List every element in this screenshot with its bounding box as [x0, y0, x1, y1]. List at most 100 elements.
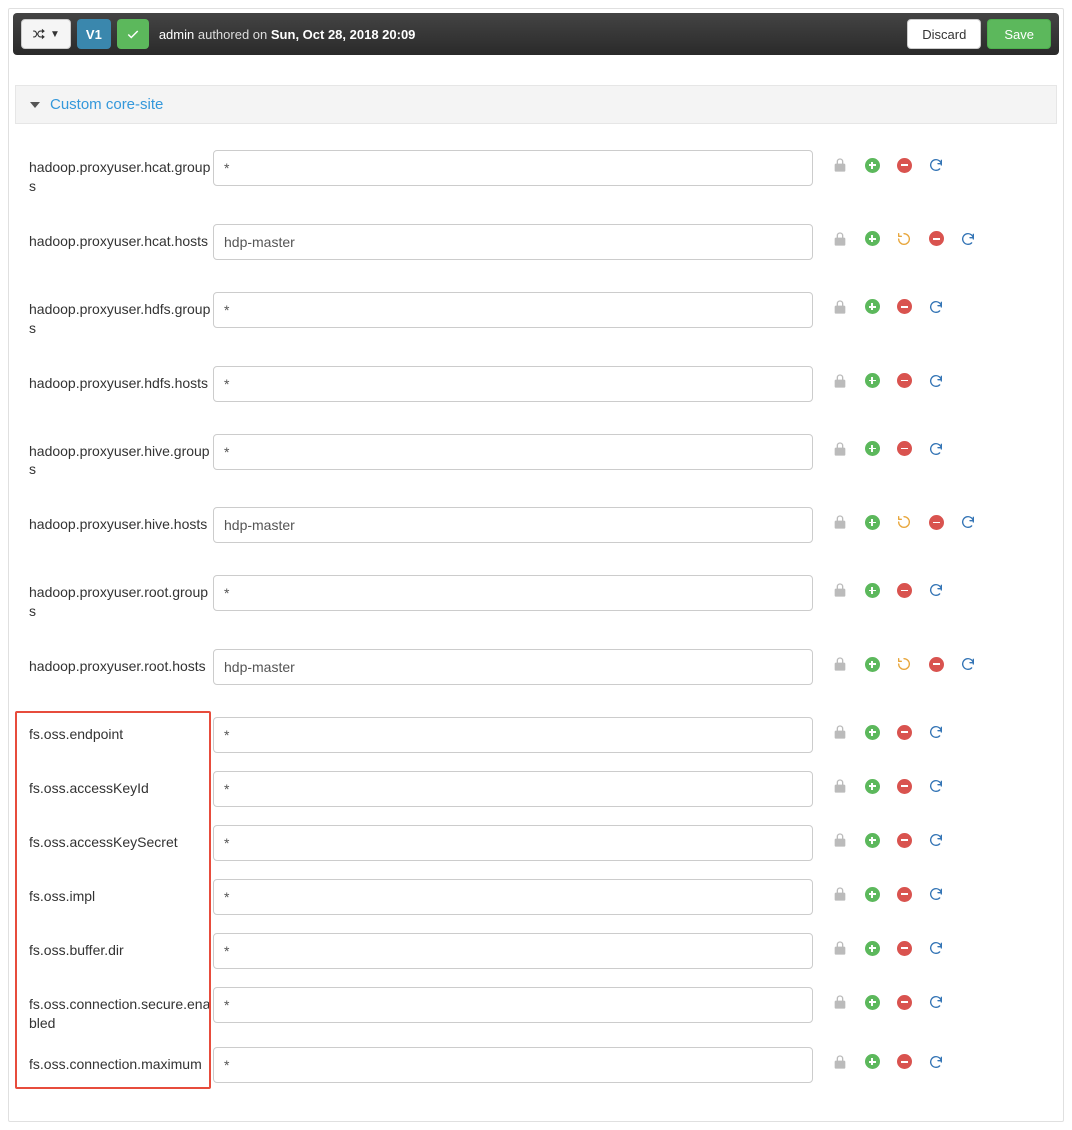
version-badge[interactable]: V1 [77, 19, 111, 49]
refresh-icon[interactable] [927, 440, 945, 458]
add-icon[interactable] [863, 777, 881, 795]
lock-icon[interactable] [831, 372, 849, 390]
property-input[interactable] [213, 933, 813, 969]
property-actions [813, 575, 977, 599]
refresh-icon[interactable] [927, 885, 945, 903]
add-icon[interactable] [863, 723, 881, 741]
lock-icon[interactable] [831, 777, 849, 795]
add-icon[interactable] [863, 655, 881, 673]
property-input[interactable] [213, 224, 813, 260]
refresh-icon[interactable] [959, 655, 977, 673]
lock-icon[interactable] [831, 581, 849, 599]
shuffle-icon [32, 27, 46, 41]
refresh-icon[interactable] [927, 581, 945, 599]
page-container: ▼ V1 admin authored on Sun, Oct 28, 2018… [8, 8, 1064, 1122]
property-label: hadoop.proxyuser.hcat.hosts [23, 224, 213, 251]
property-input[interactable] [213, 150, 813, 186]
current-version-check[interactable] [117, 19, 149, 49]
discard-button[interactable]: Discard [907, 19, 981, 49]
remove-icon[interactable] [895, 372, 913, 390]
property-input[interactable] [213, 771, 813, 807]
refresh-icon[interactable] [927, 298, 945, 316]
add-icon[interactable] [863, 993, 881, 1011]
lock-icon[interactable] [831, 1053, 849, 1071]
lock-icon[interactable] [831, 513, 849, 531]
lock-icon[interactable] [831, 655, 849, 673]
remove-icon[interactable] [927, 513, 945, 531]
undo-icon[interactable] [895, 655, 913, 673]
property-row: fs.oss.connection.secure.enabled [23, 987, 1049, 1033]
add-icon[interactable] [863, 831, 881, 849]
add-icon[interactable] [863, 513, 881, 531]
property-input[interactable] [213, 507, 813, 543]
property-actions [813, 150, 977, 174]
remove-icon[interactable] [895, 1053, 913, 1071]
lock-icon[interactable] [831, 885, 849, 903]
add-icon[interactable] [863, 939, 881, 957]
property-input[interactable] [213, 825, 813, 861]
refresh-icon[interactable] [927, 372, 945, 390]
remove-icon[interactable] [895, 831, 913, 849]
refresh-icon[interactable] [959, 230, 977, 248]
remove-icon[interactable] [895, 440, 913, 458]
property-input[interactable] [213, 717, 813, 753]
property-input[interactable] [213, 575, 813, 611]
save-button[interactable]: Save [987, 19, 1051, 49]
property-label: hadoop.proxyuser.hive.groups [23, 434, 213, 480]
refresh-icon[interactable] [927, 777, 945, 795]
refresh-icon[interactable] [927, 156, 945, 174]
property-input[interactable] [213, 366, 813, 402]
lock-icon[interactable] [831, 993, 849, 1011]
property-row: hadoop.proxyuser.hdfs.groups [23, 292, 1049, 338]
remove-icon[interactable] [895, 156, 913, 174]
property-actions [813, 717, 977, 741]
remove-icon[interactable] [895, 723, 913, 741]
section-header[interactable]: Custom core-site [15, 85, 1057, 124]
refresh-icon[interactable] [927, 939, 945, 957]
lock-icon[interactable] [831, 831, 849, 849]
property-input[interactable] [213, 879, 813, 915]
add-icon[interactable] [863, 156, 881, 174]
add-icon[interactable] [863, 1053, 881, 1071]
property-input[interactable] [213, 292, 813, 328]
remove-icon[interactable] [927, 655, 945, 673]
add-icon[interactable] [863, 440, 881, 458]
remove-icon[interactable] [895, 993, 913, 1011]
add-icon[interactable] [863, 372, 881, 390]
author-info: admin authored on Sun, Oct 28, 2018 20:0… [159, 27, 416, 42]
section-title: Custom core-site [50, 96, 163, 113]
lock-icon[interactable] [831, 723, 849, 741]
refresh-icon[interactable] [927, 831, 945, 849]
compare-versions-button[interactable]: ▼ [21, 19, 71, 49]
lock-icon[interactable] [831, 298, 849, 316]
lock-icon[interactable] [831, 156, 849, 174]
property-row: fs.oss.endpoint [23, 717, 1049, 757]
remove-icon[interactable] [895, 885, 913, 903]
remove-icon[interactable] [927, 230, 945, 248]
refresh-icon[interactable] [959, 513, 977, 531]
property-input[interactable] [213, 987, 813, 1023]
add-icon[interactable] [863, 581, 881, 599]
undo-icon[interactable] [895, 230, 913, 248]
add-icon[interactable] [863, 298, 881, 316]
author-date: Sun, Oct 28, 2018 20:09 [271, 27, 416, 42]
refresh-icon[interactable] [927, 1053, 945, 1071]
lock-icon[interactable] [831, 230, 849, 248]
add-icon[interactable] [863, 885, 881, 903]
property-label: fs.oss.endpoint [23, 717, 213, 744]
undo-icon[interactable] [895, 513, 913, 531]
remove-icon[interactable] [895, 298, 913, 316]
property-input[interactable] [213, 434, 813, 470]
refresh-icon[interactable] [927, 723, 945, 741]
lock-icon[interactable] [831, 939, 849, 957]
property-input[interactable] [213, 1047, 813, 1083]
add-icon[interactable] [863, 230, 881, 248]
remove-icon[interactable] [895, 777, 913, 795]
property-input[interactable] [213, 649, 813, 685]
lock-icon[interactable] [831, 440, 849, 458]
property-label: hadoop.proxyuser.hcat.groups [23, 150, 213, 196]
caret-down-icon [30, 102, 40, 108]
remove-icon[interactable] [895, 581, 913, 599]
refresh-icon[interactable] [927, 993, 945, 1011]
remove-icon[interactable] [895, 939, 913, 957]
